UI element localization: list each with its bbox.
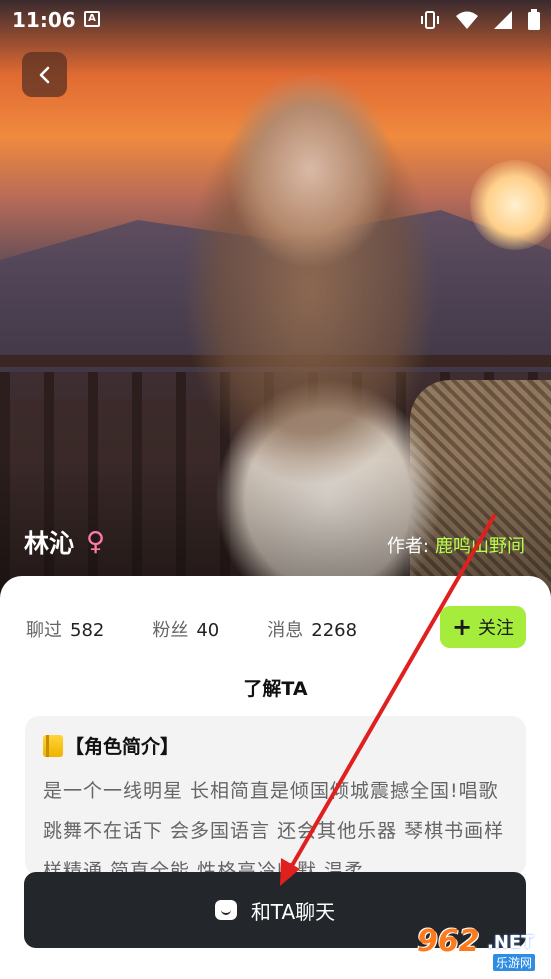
- stat-value: 40: [196, 620, 220, 641]
- stat-chatted: 聊过 582: [26, 616, 104, 642]
- character-name: 林沁: [24, 529, 75, 558]
- stat-value: 2268: [311, 620, 358, 641]
- signal-icon: [494, 11, 512, 29]
- stat-value: 582: [70, 620, 105, 641]
- follow-button[interactable]: + 关注: [440, 606, 526, 648]
- chat-bubble-icon: [214, 900, 237, 920]
- chevron-left-icon: [39, 66, 49, 83]
- author-label: 作者:: [386, 536, 429, 557]
- female-gender-icon: ♀: [86, 527, 106, 557]
- intro-card: 【角色简介】 是一个一线明星 长相简直是倾国倾城震撼全国!唱歌跳舞不在话下 会多…: [25, 716, 526, 876]
- stat-label: 聊过: [26, 620, 62, 641]
- author-info: 作者: 鹿鸣山野间: [387, 532, 525, 558]
- notebook-icon: [43, 734, 63, 757]
- site-watermark: 962 .NET 乐游网: [409, 924, 545, 974]
- status-icons: [419, 9, 541, 31]
- author-name-link[interactable]: 鹿鸣山野间: [435, 532, 525, 558]
- section-title: 了解TA: [243, 678, 308, 700]
- status-bar: 11:06 A: [0, 0, 551, 40]
- intro-heading: 【角色简介】: [43, 732, 508, 759]
- back-button[interactable]: [22, 52, 67, 97]
- profile-name-row: 林沁 ♀: [24, 524, 105, 560]
- stats-row: 聊过 582 粉丝 40 消息 2268: [26, 616, 357, 642]
- intro-heading-text: 【角色简介】: [65, 736, 180, 758]
- stat-label: 粉丝: [152, 620, 189, 641]
- watermark-suffix: .NET: [487, 932, 534, 953]
- stat-messages: 消息 2268: [267, 616, 357, 642]
- vibrate-icon: [421, 11, 439, 29]
- chat-button-label: 和TA聊天: [250, 899, 336, 924]
- stat-label: 消息: [267, 620, 304, 641]
- battery-icon: [528, 9, 540, 30]
- plus-icon: +: [451, 613, 473, 641]
- follow-button-label: 关注: [478, 618, 515, 639]
- notification-app-icon: A: [84, 11, 100, 27]
- wifi-icon: [456, 11, 478, 29]
- intro-text: 是一个一线明星 长相简直是倾国倾城震撼全国!唱歌跳舞不在话下 会多国语言 还会其…: [43, 780, 505, 876]
- status-time: 11:06: [12, 8, 76, 32]
- watermark-site: 乐游网: [493, 954, 536, 971]
- watermark-number: 962: [417, 924, 480, 959]
- stat-fans: 粉丝 40: [152, 616, 219, 642]
